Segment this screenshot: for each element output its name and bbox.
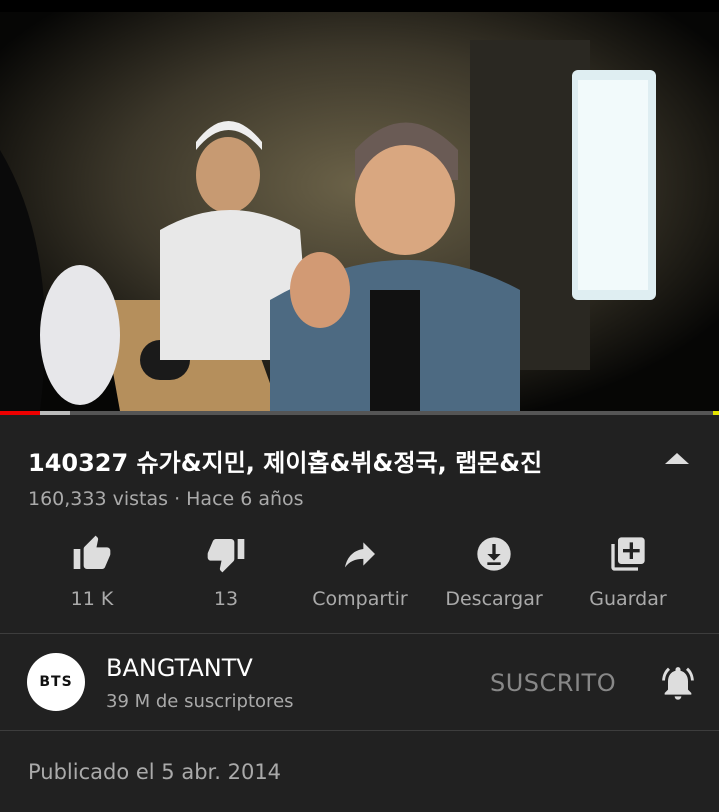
chevron-up-icon [665,453,689,464]
save-button[interactable]: Guardar [558,530,698,610]
share-arrow-icon [345,542,375,568]
share-button[interactable]: Compartir [290,530,430,610]
channel-avatar[interactable]: BTS [27,653,85,711]
video-meta: 160,333 vistas · Hace 6 años [28,488,304,510]
dislike-count: 13 [213,588,239,610]
progress-marker [713,411,719,415]
like-button[interactable]: 11 K [22,530,162,610]
progress-buffered [40,411,70,415]
save-label: Guardar [589,588,667,610]
video-title[interactable]: 140327 슈가&지민, 제이홉&뷔&정국, 랩몬&진 [28,443,648,478]
video-frame [0,0,719,411]
subscribe-button[interactable]: SUSCRITO [490,669,616,697]
share-label: Compartir [312,588,408,610]
bell-ringing-icon [662,667,694,700]
publish-date: Publicado el 5 abr. 2014 [28,760,282,784]
thumbs-up-icon [73,535,111,569]
download-button[interactable]: Descargar [424,530,564,610]
download-label: Descargar [445,588,543,610]
divider [0,730,719,731]
divider [0,633,719,634]
progress-played [0,411,40,415]
action-bar: 11 K 13 Compartir Descargar Guardar [0,530,719,620]
dislike-button[interactable]: 13 [156,530,296,610]
thumbs-down-icon [207,539,245,573]
channel-name[interactable]: BANGTANTV [106,654,253,682]
subscriber-count: 39 M de suscriptores [106,691,294,712]
playlist-add-icon [611,537,645,571]
video-progress-bar[interactable] [0,411,719,415]
video-player[interactable] [0,0,719,415]
like-count: 11 K [70,588,114,610]
collapse-details-button[interactable] [664,450,690,466]
notification-bell-button[interactable] [658,663,698,703]
download-icon [477,537,511,571]
